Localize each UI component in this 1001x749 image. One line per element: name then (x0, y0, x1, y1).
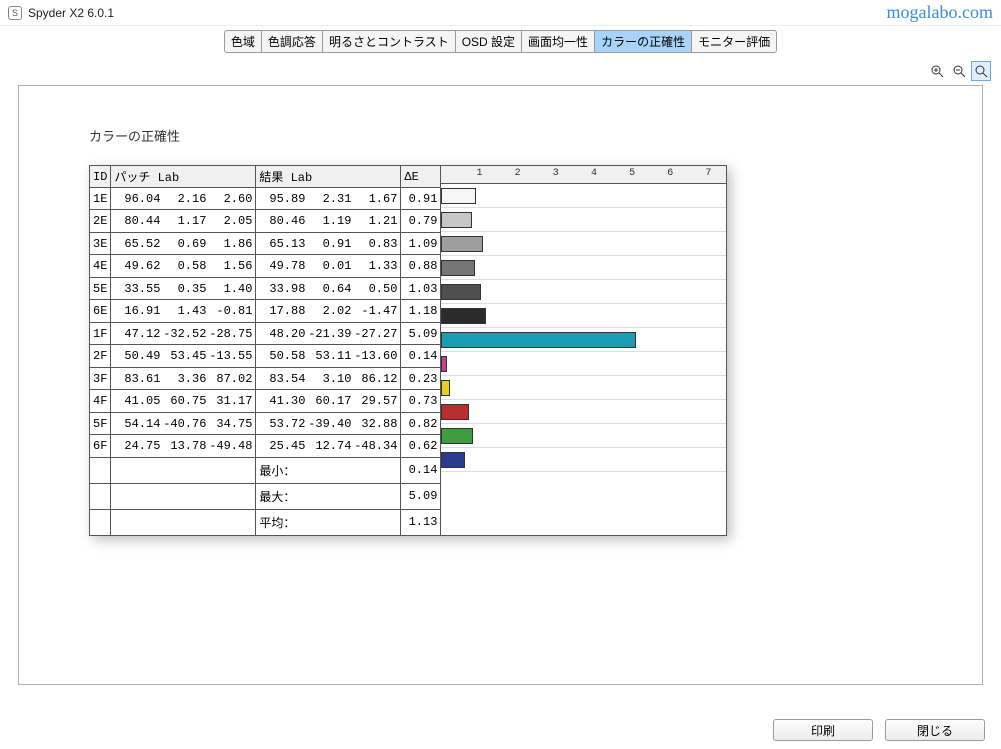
col-id: ID (90, 166, 111, 188)
table-row: 5F54.14-40.7634.7553.72-39.4032.880.82 (90, 412, 441, 434)
chart-axis: 1 2 3 4 5 6 7 (441, 166, 726, 184)
axis-tick: 5 (629, 168, 635, 179)
table-row: 1F47.12-32.52-28.7548.20-21.39-27.275.09 (90, 322, 441, 344)
watermark: mogalabo.com (887, 2, 993, 23)
color-accuracy-table: ID パッチ Lab 結果 Lab ΔE 1E96.042.162.6095.8… (89, 165, 441, 536)
print-button[interactable]: 印刷 (773, 719, 873, 741)
bar (441, 332, 635, 348)
bar (441, 236, 483, 252)
bar-row (441, 304, 726, 328)
bar-row (441, 448, 726, 472)
tab-0[interactable]: 色域 (224, 30, 262, 53)
bar-row (441, 376, 726, 400)
table-row: 4E49.620.581.5649.780.011.330.88 (90, 255, 441, 277)
axis-tick: 2 (515, 168, 521, 179)
tab-bar: 色域色調応答明るさとコントラストOSD 設定画面均一性カラーの正確性モニター評価 (0, 26, 1001, 55)
zoom-out-icon (952, 64, 966, 78)
tab-6[interactable]: モニター評価 (691, 30, 777, 53)
col-result: 結果 Lab (256, 166, 401, 188)
bar (441, 356, 446, 372)
bar (441, 380, 450, 396)
table-row: 3E65.520.691.8665.130.910.831.09 (90, 232, 441, 254)
bar-row (441, 424, 726, 448)
table-row: 1E96.042.162.6095.892.311.670.91 (90, 188, 441, 210)
table-row: 4F41.0560.7531.1741.3060.1729.570.73 (90, 390, 441, 412)
tab-4[interactable]: 画面均一性 (521, 30, 595, 53)
close-button[interactable]: 閉じる (885, 719, 985, 741)
zoom-in-button[interactable] (927, 61, 947, 81)
table-row: 2E80.441.172.0580.461.191.210.79 (90, 210, 441, 232)
bar-row (441, 328, 726, 352)
axis-tick: 4 (591, 168, 597, 179)
window-title: Spyder X2 6.0.1 (28, 6, 114, 20)
axis-tick: 6 (667, 168, 673, 179)
bar (441, 428, 472, 444)
bar-row (441, 232, 726, 256)
axis-tick: 7 (705, 168, 711, 179)
zoom-fit-button[interactable] (971, 61, 991, 81)
bar (441, 452, 465, 468)
bar-row (441, 352, 726, 376)
bar (441, 284, 480, 300)
bar (441, 260, 475, 276)
bar (441, 188, 476, 204)
table-row: 6E16.911.43-0.8117.882.02-1.471.18 (90, 300, 441, 322)
summary-row: 平均：1.13 (90, 509, 441, 535)
table-row: 6F24.7513.78-49.4825.4512.74-48.340.62 (90, 435, 441, 457)
tab-2[interactable]: 明るさとコントラスト (322, 30, 456, 53)
table-row: 5E33.550.351.4033.980.640.501.03 (90, 277, 441, 299)
titlebar: S Spyder X2 6.0.1 (0, 0, 1001, 26)
bar-row (441, 400, 726, 424)
table-row: 3F83.613.3687.0283.543.1086.120.23 (90, 367, 441, 389)
delta-e-chart: 1 2 3 4 5 6 7 (441, 165, 727, 536)
tab-3[interactable]: OSD 設定 (455, 30, 522, 53)
table-row: 2F50.4953.45-13.5550.5853.11-13.600.14 (90, 345, 441, 367)
app-icon: S (8, 6, 22, 20)
summary-row: 最大：5.09 (90, 483, 441, 509)
bar-row (441, 184, 726, 208)
bar (441, 308, 486, 324)
col-patch: パッチ Lab (111, 166, 256, 188)
bar-row (441, 280, 726, 304)
content-panel: カラーの正確性 ID パッチ Lab 結果 Lab ΔE 1E96.042.16… (18, 85, 983, 685)
bar (441, 404, 469, 420)
col-de: ΔE (401, 166, 441, 188)
zoom-in-icon (930, 64, 944, 78)
footer-buttons: 印刷 閉じる (773, 719, 985, 741)
bar (441, 212, 471, 228)
zoom-toolbar (0, 55, 1001, 81)
section-title: カラーの正確性 (89, 126, 932, 145)
bar-row (441, 208, 726, 232)
tab-5[interactable]: カラーの正確性 (594, 30, 692, 53)
zoom-out-button[interactable] (949, 61, 969, 81)
zoom-fit-icon (974, 64, 988, 78)
summary-row: 最小：0.14 (90, 457, 441, 483)
tab-1[interactable]: 色調応答 (261, 30, 323, 53)
axis-tick: 1 (477, 168, 483, 179)
axis-tick: 3 (553, 168, 559, 179)
bar-row (441, 256, 726, 280)
